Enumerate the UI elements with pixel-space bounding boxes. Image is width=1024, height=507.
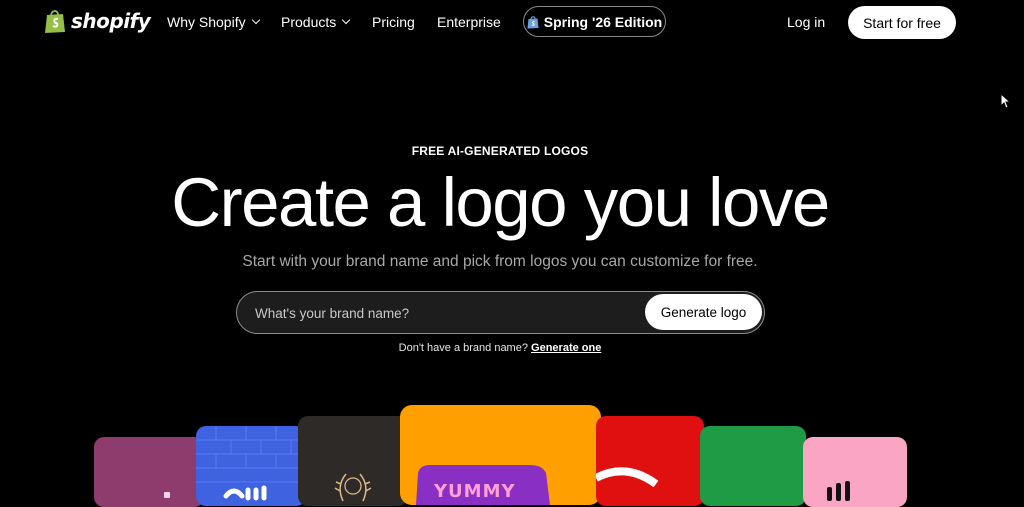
nav-pricing-label: Pricing — [372, 14, 415, 30]
shopify-logo[interactable]: shopify — [44, 8, 151, 34]
brand-name-form: Generate logo — [236, 291, 765, 334]
hero-subtitle: Start with your brand name and pick from… — [242, 253, 758, 270]
card-glyph — [164, 492, 170, 498]
no-brand-prompt: Don't have a brand name? Generate one — [0, 342, 1000, 354]
edition-button[interactable]: Spring '26 Edition — [523, 6, 666, 37]
card-glyph — [836, 483, 841, 501]
brand-name-input[interactable] — [253, 292, 637, 334]
showcase-card-green — [700, 426, 806, 506]
nav-products-label: Products — [281, 14, 337, 30]
card-glyph — [827, 487, 832, 501]
generate-logo-button[interactable]: Generate logo — [645, 294, 762, 330]
svg-text:YUMMY: YUMMY — [433, 481, 516, 502]
nav-products[interactable]: Products — [281, 14, 351, 30]
nav-pricing[interactable]: Pricing — [372, 14, 415, 30]
wreath-icon — [334, 473, 372, 502]
arc-icon — [596, 467, 659, 488]
nav-why-shopify-label: Why Shopify — [167, 14, 246, 30]
logo-wordmark: shopify — [71, 9, 151, 33]
generate-one-link[interactable]: Generate one — [531, 342, 601, 354]
login-link[interactable]: Log in — [787, 14, 825, 30]
showcase-card-dark-wreath — [298, 416, 408, 506]
shopify-bag-icon — [45, 10, 65, 33]
top-nav: shopify Why Shopify Products Pricing Ent… — [0, 0, 1024, 46]
nav-why-shopify[interactable]: Why Shopify — [167, 14, 260, 30]
yummy-truck-icon: YUMMY — [416, 465, 550, 505]
mouse-cursor-icon — [1000, 93, 1010, 109]
hero-headline: Create a logo you love — [171, 164, 830, 241]
card-glyph — [845, 481, 850, 501]
edition-label: Spring '26 Edition — [543, 13, 663, 30]
chevron-down-icon — [251, 15, 260, 25]
brick-pattern-icon — [196, 426, 306, 501]
nav-enterprise[interactable]: Enterprise — [437, 14, 501, 30]
nav-enterprise-label: Enterprise — [437, 14, 501, 30]
chevron-down-icon — [342, 15, 351, 25]
showcase-card-orange-yummy: YUMMY — [400, 405, 601, 505]
showcase-card-blue-brick — [196, 426, 306, 506]
hero-eyebrow: FREE AI-GENERATED LOGOS — [411, 144, 589, 158]
shopify-bag-small-icon — [527, 15, 539, 28]
no-brand-text: Don't have a brand name? — [398, 342, 528, 354]
start-for-free-button[interactable]: Start for free — [848, 6, 956, 39]
showcase-card-red — [596, 416, 704, 506]
